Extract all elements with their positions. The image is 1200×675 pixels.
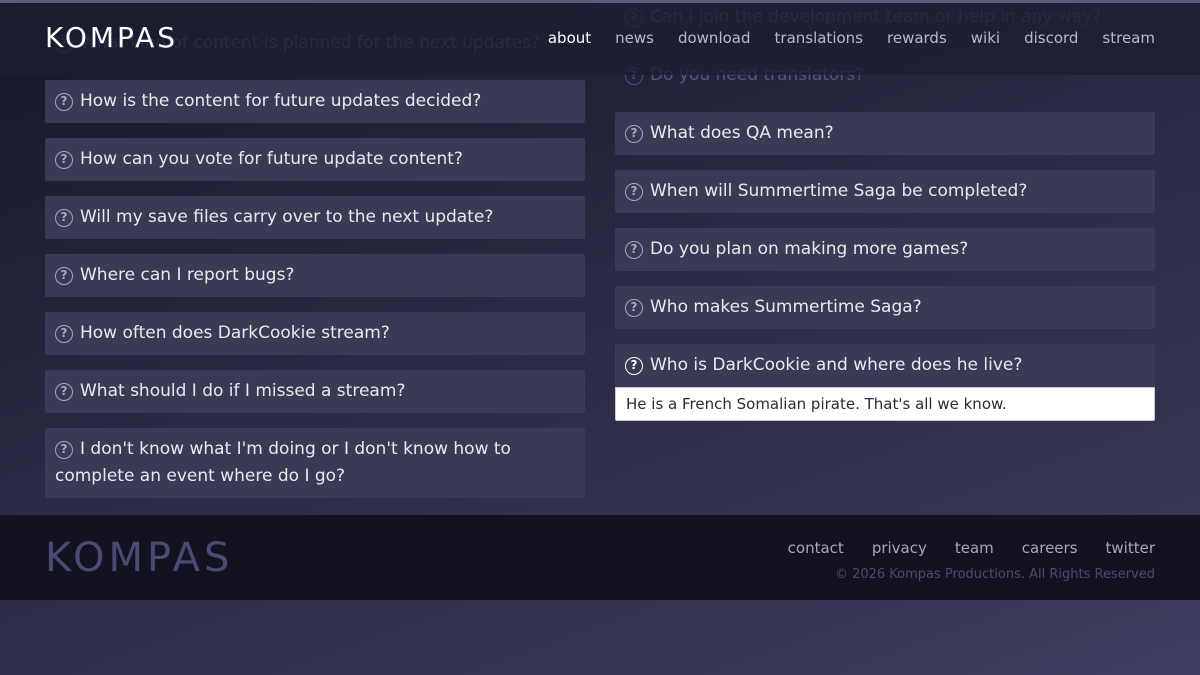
faq-question-text: How often does DarkCookie stream?	[80, 323, 390, 343]
faq-question-text: When will Summertime Saga be completed?	[650, 181, 1028, 201]
site-header: KOMPAS about news download translations …	[0, 3, 1200, 75]
nav-link-wiki[interactable]: wiki	[971, 29, 1000, 47]
faq-answer: He is a French Somalian pirate. That's a…	[615, 387, 1155, 421]
question-circle-icon: ?	[55, 209, 73, 227]
faq-question-text: Where can I report bugs?	[80, 265, 295, 285]
question-circle-icon: ?	[625, 241, 643, 259]
logo[interactable]: KOMPAS	[45, 21, 178, 54]
faq-question[interactable]: ? I don't know what I'm doing or I don't …	[45, 428, 585, 498]
nav-link-rewards[interactable]: rewards	[887, 29, 947, 47]
faq-question-text: Who is DarkCookie and where does he live…	[650, 355, 1023, 375]
faq-question-text: What should I do if I missed a stream?	[80, 381, 406, 401]
question-circle-icon: ?	[55, 383, 73, 401]
faq-question[interactable]: ? How often does DarkCookie stream?	[45, 312, 585, 355]
faq-question-text: How is the content for future updates de…	[80, 91, 482, 111]
main-nav: about news download translations rewards…	[548, 29, 1155, 47]
question-circle-icon: ?	[625, 357, 643, 375]
question-circle-icon: ?	[625, 299, 643, 317]
question-circle-icon: ?	[55, 325, 73, 343]
nav-link-download[interactable]: download	[678, 29, 751, 47]
faq-question[interactable]: ? What should I do if I missed a stream?	[45, 370, 585, 413]
faq-question[interactable]: ? Where can I report bugs?	[45, 254, 585, 297]
footer-link-careers[interactable]: careers	[1022, 539, 1078, 557]
faq-question[interactable]: ? Who is DarkCookie and where does he liv…	[615, 344, 1155, 387]
footer-link-team[interactable]: team	[955, 539, 994, 557]
footer-link-privacy[interactable]: privacy	[872, 539, 927, 557]
faq-question-text: Do you plan on making more games?	[650, 239, 969, 259]
footer-link-contact[interactable]: contact	[788, 539, 844, 557]
faq-question-text: What does QA mean?	[650, 123, 834, 143]
footer-nav: contact privacy team careers twitter	[788, 539, 1155, 557]
question-circle-icon: ?	[625, 125, 643, 143]
footer-link-twitter[interactable]: twitter	[1106, 539, 1155, 557]
nav-link-about[interactable]: about	[548, 29, 591, 47]
faq-question[interactable]: ? Do you plan on making more games?	[615, 228, 1155, 271]
faq-question-text: How can you vote for future update conte…	[80, 149, 463, 169]
nav-link-discord[interactable]: discord	[1024, 29, 1078, 47]
faq-question-text: Will my save files carry over to the nex…	[80, 207, 494, 227]
nav-link-translations[interactable]: translations	[775, 29, 863, 47]
question-circle-icon: ?	[625, 183, 643, 201]
faq-question[interactable]: ? When will Summertime Saga be completed?	[615, 170, 1155, 213]
faq-question-text: I don't know what I'm doing or I don't k…	[55, 439, 511, 486]
question-circle-icon: ?	[55, 93, 73, 111]
footer-logo: KOMPAS	[45, 535, 234, 581]
faq-question[interactable]: ? Who makes Summertime Saga?	[615, 286, 1155, 329]
nav-link-news[interactable]: news	[615, 29, 654, 47]
faq-column-left: ?What kind of content is planned for the…	[45, 22, 585, 513]
site-footer: KOMPAS contact privacy team careers twit…	[0, 515, 1200, 600]
faq-question[interactable]: ? How is the content for future updates d…	[45, 80, 585, 123]
question-circle-icon: ?	[55, 267, 73, 285]
copyright-text: © 2026 Kompas Productions. All Rights Re…	[834, 567, 1155, 582]
faq-question[interactable]: ? How can you vote for future update cont…	[45, 138, 585, 181]
faq-question-text: Who makes Summertime Saga?	[650, 297, 922, 317]
faq-question[interactable]: ? What does QA mean?	[615, 112, 1155, 155]
faq-question[interactable]: ? Will my save files carry over to the ne…	[45, 196, 585, 239]
question-circle-icon: ?	[55, 441, 73, 459]
nav-link-stream[interactable]: stream	[1102, 29, 1155, 47]
question-circle-icon: ?	[55, 151, 73, 169]
